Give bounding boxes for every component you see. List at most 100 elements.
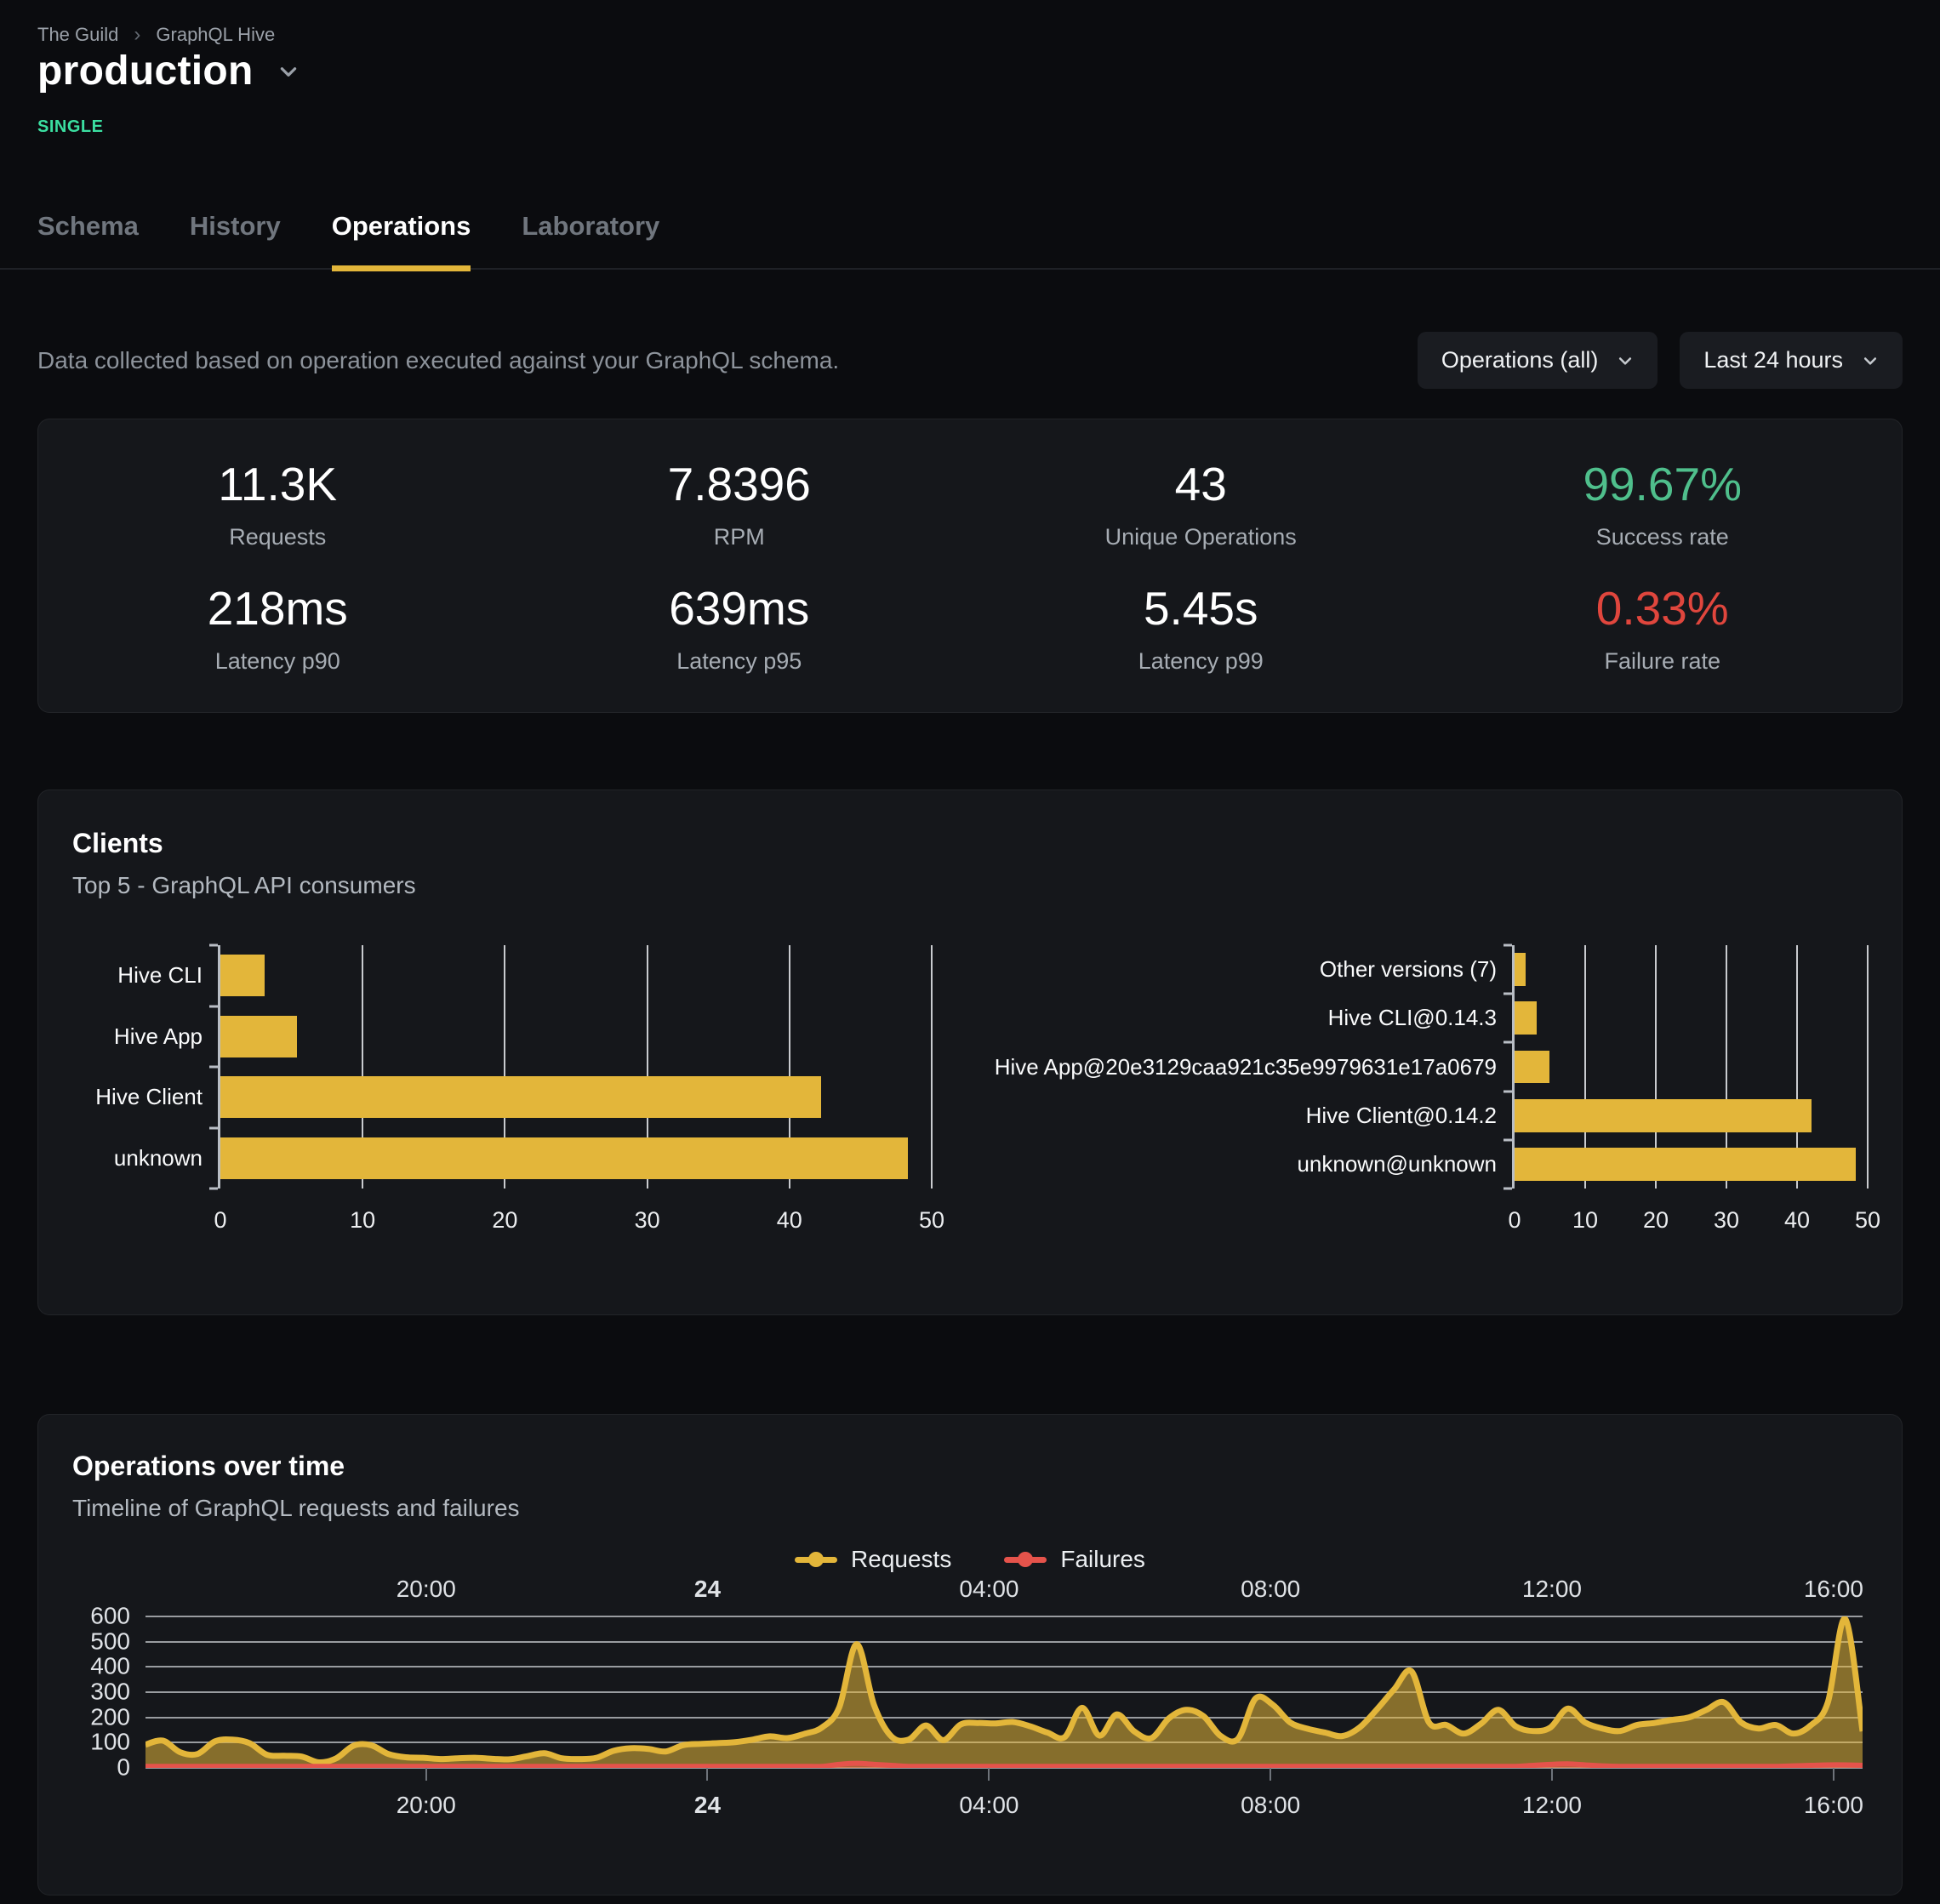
filter-dropdowns: Operations (all) Last 24 hours	[1418, 332, 1903, 389]
stat-unique-operations: 43Unique Operations	[970, 457, 1432, 550]
page-title: production	[37, 48, 254, 94]
x-axis-tick-label-top: 08:00	[1241, 1576, 1300, 1603]
y-axis-tick-label: 200	[90, 1703, 130, 1730]
y-axis-tick-label: 600	[90, 1602, 130, 1629]
x-axis-tick-label: 20	[492, 1207, 517, 1234]
clients-card: Clients Top 5 - GraphQL API consumers Hi…	[37, 790, 1903, 1315]
x-axis-tick-label: 0	[1508, 1207, 1521, 1234]
bar-category-label: Hive Client@0.14.2	[1008, 1092, 1512, 1140]
legend-item-failures[interactable]: Failures	[1004, 1546, 1145, 1573]
clients-card-title: Clients	[72, 828, 1868, 859]
breadcrumb: The Guild › GraphQL Hive	[37, 24, 275, 46]
timeline-legend: Requests Failures	[72, 1546, 1868, 1573]
chevron-down-icon	[1862, 352, 1879, 369]
stat-success-rate: 99.67% Success rate	[1432, 457, 1894, 550]
x-axis-tick	[425, 1768, 427, 1781]
x-axis-tick-label-bottom: 20:00	[397, 1792, 456, 1819]
bar	[1515, 1051, 1549, 1084]
operations-filter-dropdown[interactable]: Operations (all)	[1418, 332, 1658, 389]
chevron-down-icon[interactable]	[277, 60, 300, 83]
bar-category-label: Hive Client	[72, 1067, 218, 1128]
x-axis-tick-label-bottom: 16:00	[1804, 1792, 1863, 1819]
bar-category-label: Hive App@20e3129caa921c35e9979631e17a067…	[1008, 1042, 1512, 1091]
breadcrumb-project-link[interactable]: GraphQL Hive	[156, 24, 275, 46]
stat-latency-p90: 218msLatency p90	[47, 581, 509, 675]
period-filter-value: Last 24 hours	[1703, 347, 1843, 373]
bar-plot-area: 01020304050	[218, 945, 932, 1189]
y-axis-tick	[209, 1066, 218, 1069]
stat-label: Latency p95	[509, 648, 971, 675]
y-axis-tick	[1504, 993, 1512, 995]
bar	[1515, 1148, 1856, 1181]
y-axis-tick	[209, 1126, 218, 1129]
breadcrumb-separator-icon: ›	[134, 25, 140, 45]
operations-card-subtitle: Timeline of GraphQL requests and failure…	[72, 1495, 1868, 1522]
stat-label: Requests	[47, 524, 509, 550]
x-axis-tick-label-bottom: 04:00	[959, 1792, 1018, 1819]
period-filter-dropdown[interactable]: Last 24 hours	[1680, 332, 1903, 389]
filter-row: Data collected based on operation execut…	[37, 332, 1903, 389]
legend-label: Requests	[851, 1546, 951, 1573]
y-axis-tick	[1504, 1041, 1512, 1044]
x-axis-tick-label-top: 04:00	[959, 1576, 1018, 1603]
x-axis-tick	[1833, 1768, 1834, 1781]
chevron-down-icon	[1617, 352, 1634, 369]
bar	[220, 1076, 821, 1118]
tab-laboratory[interactable]: Laboratory	[522, 211, 659, 271]
stats-overview-card: 11.3KRequests7.8396 RPM43Unique Operation…	[37, 419, 1903, 713]
tab-schema[interactable]: Schema	[37, 211, 139, 271]
timeline-series-canvas	[146, 1616, 1863, 1768]
bar-category-label: unknown@unknown	[1008, 1140, 1512, 1189]
legend-item-requests[interactable]: Requests	[795, 1546, 951, 1573]
bar-category-label: Other versions (7)	[1008, 945, 1512, 994]
y-axis-tick	[209, 1188, 218, 1190]
x-axis-tick-label: 50	[919, 1207, 944, 1234]
bar-category-label: Hive App	[72, 1006, 218, 1068]
stat-label: Success rate	[1432, 524, 1894, 550]
stat-value: 0.33%	[1432, 581, 1894, 636]
x-axis-tick-label: 50	[1855, 1207, 1880, 1234]
stat-value: 43	[970, 457, 1432, 511]
operations-timeline-chart: 600500400300200100020:0020:00242404:0004…	[146, 1616, 1863, 1768]
clients-charts-row: Hive CLIHive AppHive Clientunknown010203…	[72, 945, 1868, 1243]
x-axis-tick-label-bottom: 12:00	[1522, 1792, 1582, 1819]
bar	[1515, 953, 1526, 986]
target-type-badge: SINGLE	[37, 117, 103, 137]
y-axis-tick-label: 400	[90, 1653, 130, 1680]
x-axis-tick	[988, 1768, 990, 1781]
x-axis-tick-label-top: 12:00	[1522, 1576, 1582, 1603]
bar-plot-area: 01020304050	[1512, 945, 1868, 1189]
target-selector[interactable]: production	[37, 48, 300, 94]
tab-operations[interactable]: Operations	[332, 211, 471, 271]
stat-label: Latency p99	[970, 648, 1432, 675]
y-axis-tick	[1504, 944, 1512, 947]
operations-filter-value: Operations (all)	[1441, 347, 1599, 373]
legend-marker-icon	[1004, 1557, 1047, 1563]
gridline	[931, 945, 933, 1189]
y-axis-tick-label: 500	[90, 1628, 130, 1655]
x-axis-tick-label-top: 24	[694, 1576, 721, 1603]
x-axis-tick-label: 30	[1714, 1207, 1739, 1234]
x-axis-tick-label-bottom: 24	[694, 1792, 721, 1819]
stat-value: 7.8396	[509, 457, 971, 511]
stat-failure-rate: 0.33%Failure rate	[1432, 581, 1894, 675]
bar-category-label: unknown	[72, 1128, 218, 1189]
bar	[1515, 1099, 1812, 1132]
bar	[220, 955, 265, 996]
stat-value: 99.67%	[1432, 457, 1894, 511]
bar	[220, 1016, 297, 1057]
stat-label: Latency p90	[47, 648, 509, 675]
legend-dot-icon	[1018, 1552, 1033, 1567]
stat-label: RPM	[509, 524, 971, 550]
requests-area	[146, 1619, 1863, 1768]
tab-history[interactable]: History	[190, 211, 281, 271]
y-axis-tick-label: 300	[90, 1678, 130, 1705]
x-axis-tick-label: 30	[635, 1207, 660, 1234]
x-axis-tick-label: 40	[1784, 1207, 1810, 1234]
stat-requests: 11.3KRequests	[47, 457, 509, 550]
x-axis-tick	[1270, 1768, 1271, 1781]
bar-category-label: Hive CLI	[72, 945, 218, 1006]
legend-marker-icon	[795, 1557, 837, 1563]
breadcrumb-org-link[interactable]: The Guild	[37, 24, 118, 46]
x-axis-tick-label-bottom: 08:00	[1241, 1792, 1300, 1819]
